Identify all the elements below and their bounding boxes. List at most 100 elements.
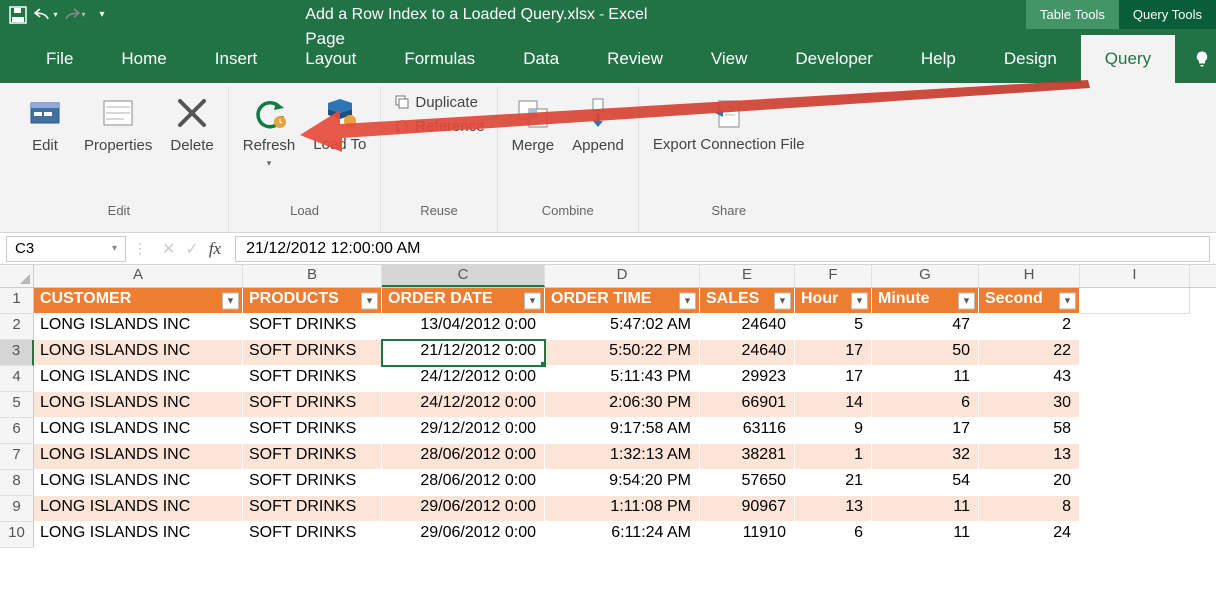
col-header-F[interactable]: F [795, 265, 872, 287]
cell-A6[interactable]: LONG ISLANDS INC [34, 418, 243, 444]
th-products[interactable]: PRODUCTS▼ [243, 288, 382, 314]
context-tab-query-tools[interactable]: Query Tools [1119, 0, 1216, 29]
filter-icon[interactable]: ▼ [851, 292, 868, 309]
cell-G2[interactable]: 47 [872, 314, 979, 340]
cell-I6[interactable] [1080, 418, 1190, 444]
tab-review[interactable]: Review [583, 35, 687, 83]
append-button[interactable]: Append [564, 89, 632, 158]
cell-D2[interactable]: 5:47:02 AM [545, 314, 700, 340]
cell-F5[interactable]: 14 [795, 392, 872, 418]
cell-A10[interactable]: LONG ISLANDS INC [34, 522, 243, 548]
tell-me[interactable]: Tell [1175, 35, 1216, 83]
cell-D6[interactable]: 9:17:58 AM [545, 418, 700, 444]
reference-button[interactable]: Reference [387, 115, 490, 137]
tab-insert[interactable]: Insert [191, 35, 282, 83]
cell-F8[interactable]: 21 [795, 470, 872, 496]
cell-I10[interactable] [1080, 522, 1190, 548]
th-second[interactable]: Second▼ [979, 288, 1080, 314]
col-header-B[interactable]: B [243, 265, 382, 287]
cell-A5[interactable]: LONG ISLANDS INC [34, 392, 243, 418]
delete-button[interactable]: Delete [162, 89, 221, 158]
cell-C7[interactable]: 28/06/2012 0:00 [382, 444, 545, 470]
cell-F3[interactable]: 17 [795, 340, 872, 366]
properties-button[interactable]: Properties [76, 89, 160, 158]
cell-A3[interactable]: LONG ISLANDS INC [34, 340, 243, 366]
refresh-button[interactable]: Refresh ▾ [235, 89, 304, 173]
tab-file[interactable]: File [22, 35, 97, 83]
tab-home[interactable]: Home [97, 35, 190, 83]
cell-C4[interactable]: 24/12/2012 0:00 [382, 366, 545, 392]
cell-I3[interactable] [1080, 340, 1190, 366]
cell-G4[interactable]: 11 [872, 366, 979, 392]
edit-button[interactable]: Edit [16, 89, 74, 158]
th-order-time[interactable]: ORDER TIME▼ [545, 288, 700, 314]
cell-B3[interactable]: SOFT DRINKS [243, 340, 382, 366]
row-header-7[interactable]: 7 [0, 444, 34, 470]
cell-I4[interactable] [1080, 366, 1190, 392]
cell-E2[interactable]: 24640 [700, 314, 795, 340]
row-header-5[interactable]: 5 [0, 392, 34, 418]
th-order-date[interactable]: ORDER DATE▼ [382, 288, 545, 314]
cell-G7[interactable]: 32 [872, 444, 979, 470]
filter-icon[interactable]: ▼ [222, 292, 239, 309]
col-header-H[interactable]: H [979, 265, 1080, 287]
cell-F10[interactable]: 6 [795, 522, 872, 548]
load-to-button[interactable]: Load To [305, 89, 374, 158]
tab-page-layout[interactable]: Page Layout [281, 15, 380, 83]
tab-design[interactable]: Design [980, 35, 1081, 83]
cell-A8[interactable]: LONG ISLANDS INC [34, 470, 243, 496]
cell-C9[interactable]: 29/06/2012 0:00 [382, 496, 545, 522]
cell-C8[interactable]: 28/06/2012 0:00 [382, 470, 545, 496]
cell-I7[interactable] [1080, 444, 1190, 470]
cell-H6[interactable]: 58 [979, 418, 1080, 444]
cell-B10[interactable]: SOFT DRINKS [243, 522, 382, 548]
cell-G8[interactable]: 54 [872, 470, 979, 496]
th-hour[interactable]: Hour▼ [795, 288, 872, 314]
col-header-C[interactable]: C [382, 265, 545, 287]
cell-B4[interactable]: SOFT DRINKS [243, 366, 382, 392]
cell-I1[interactable] [1080, 288, 1190, 314]
cell-F2[interactable]: 5 [795, 314, 872, 340]
name-box-resize-icon[interactable]: ⋮ [132, 240, 148, 257]
tab-developer[interactable]: Developer [771, 35, 897, 83]
row-header-2[interactable]: 2 [0, 314, 34, 340]
filter-icon[interactable]: ▼ [361, 292, 378, 309]
redo-icon[interactable]: ▾ [60, 0, 88, 29]
cell-D9[interactable]: 1:11:08 PM [545, 496, 700, 522]
row-header-4[interactable]: 4 [0, 366, 34, 392]
duplicate-button[interactable]: Duplicate [387, 91, 490, 113]
cell-C5[interactable]: 24/12/2012 0:00 [382, 392, 545, 418]
cell-G5[interactable]: 6 [872, 392, 979, 418]
row-header-10[interactable]: 10 [0, 522, 34, 548]
cell-E6[interactable]: 63116 [700, 418, 795, 444]
cell-E5[interactable]: 66901 [700, 392, 795, 418]
filter-icon[interactable]: ▼ [774, 292, 791, 309]
cell-D10[interactable]: 6:11:24 AM [545, 522, 700, 548]
cell-H7[interactable]: 13 [979, 444, 1080, 470]
filter-icon[interactable]: ▼ [1059, 292, 1076, 309]
context-tab-table-tools[interactable]: Table Tools [1026, 0, 1119, 29]
cell-B7[interactable]: SOFT DRINKS [243, 444, 382, 470]
filter-icon[interactable]: ▼ [679, 292, 696, 309]
cell-H9[interactable]: 8 [979, 496, 1080, 522]
cell-I5[interactable] [1080, 392, 1190, 418]
cell-A7[interactable]: LONG ISLANDS INC [34, 444, 243, 470]
cell-B8[interactable]: SOFT DRINKS [243, 470, 382, 496]
cell-D8[interactable]: 9:54:20 PM [545, 470, 700, 496]
cell-I8[interactable] [1080, 470, 1190, 496]
tab-query[interactable]: Query [1081, 35, 1175, 83]
cell-F9[interactable]: 13 [795, 496, 872, 522]
cell-F6[interactable]: 9 [795, 418, 872, 444]
cell-D7[interactable]: 1:32:13 AM [545, 444, 700, 470]
cell-E4[interactable]: 29923 [700, 366, 795, 392]
enter-icon[interactable]: ✓ [185, 239, 198, 259]
cell-H4[interactable]: 43 [979, 366, 1080, 392]
cell-G3[interactable]: 50 [872, 340, 979, 366]
cell-H5[interactable]: 30 [979, 392, 1080, 418]
cell-G9[interactable]: 11 [872, 496, 979, 522]
row-header-1[interactable]: 1 [0, 288, 34, 314]
cell-I2[interactable] [1080, 314, 1190, 340]
cell-G6[interactable]: 17 [872, 418, 979, 444]
merge-button[interactable]: Merge [504, 89, 563, 158]
cell-G10[interactable]: 11 [872, 522, 979, 548]
